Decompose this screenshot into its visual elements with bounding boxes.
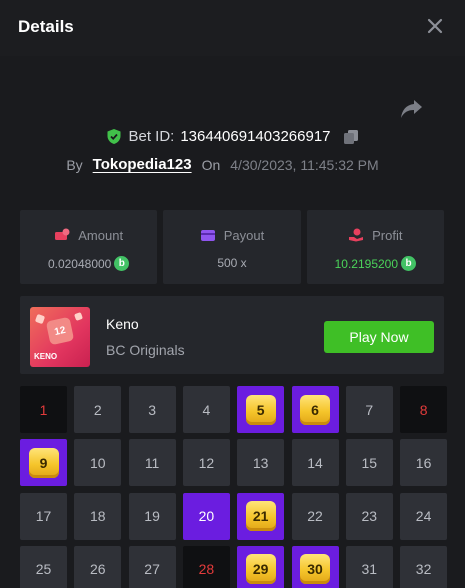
keno-cell-26[interactable]: 26: [74, 545, 122, 588]
bet-by-row: By Tokopedia123 On 4/30/2023, 11:45:32 P…: [0, 156, 465, 176]
keno-cell-9[interactable]: 9: [20, 439, 67, 487]
keno-cell-21[interactable]: 21: [237, 492, 285, 540]
keno-cell-10[interactable]: 10: [74, 439, 122, 487]
keno-cell-4[interactable]: 4: [182, 386, 230, 433]
on-label: On: [201, 156, 221, 173]
game-card: 12 KENO Keno BC Originals Play Now: [20, 296, 444, 374]
amount-label: Amount: [78, 227, 124, 243]
keno-cell-17[interactable]: 17: [20, 492, 67, 540]
bc-coin-icon: b: [114, 256, 130, 271]
keno-cell-14[interactable]: 14: [291, 439, 339, 487]
gem-icon: 21: [245, 501, 276, 532]
share-icon[interactable]: [400, 98, 424, 120]
bet-date: 4/30/2023, 11:45:32 PM: [230, 156, 379, 173]
username-link[interactable]: Tokopedia123: [93, 156, 192, 173]
keno-cell-22[interactable]: 22: [291, 492, 339, 540]
bc-coin-icon: b: [401, 256, 417, 271]
keno-cell-32[interactable]: 32: [400, 545, 448, 588]
dice-decoration: [74, 312, 83, 321]
profit-label: Profit: [372, 227, 403, 243]
game-name: Keno: [106, 316, 139, 332]
hand-coin-icon: [349, 228, 364, 242]
keno-cell-31[interactable]: 31: [345, 545, 393, 588]
amount-value: 0.02048000: [47, 256, 112, 271]
modal-title: Details: [18, 17, 74, 36]
keno-ball-icon: 12: [45, 316, 75, 346]
keno-cell-19[interactable]: 19: [128, 492, 176, 540]
keno-cell-12[interactable]: 12: [182, 439, 230, 487]
keno-cell-27[interactable]: 27: [128, 545, 176, 588]
gem-icon: 5: [245, 394, 276, 425]
shield-check-icon: [107, 129, 121, 144]
keno-cell-29[interactable]: 29: [237, 545, 285, 588]
stat-payout: Payout 500 x: [163, 210, 301, 284]
gem-icon: 30: [300, 554, 330, 585]
keno-cell-20[interactable]: 20: [182, 492, 230, 540]
profit-value: 10.2195200: [334, 256, 399, 271]
keno-cell-13[interactable]: 13: [237, 439, 285, 487]
dice-decoration: [34, 313, 46, 325]
stat-profit: Profit 10.2195200 b: [306, 210, 444, 284]
wallet-icon: [200, 229, 215, 241]
keno-cell-24[interactable]: 24: [400, 492, 448, 540]
stat-amount: Amount 0.02048000 b: [20, 210, 158, 284]
keno-cell-16[interactable]: 16: [400, 439, 448, 487]
keno-cell-3[interactable]: 3: [128, 386, 176, 433]
modal-header: Details: [0, 0, 465, 56]
keno-cell-7[interactable]: 7: [345, 386, 393, 433]
bet-id-label: Bet ID:: [128, 128, 175, 145]
keno-cell-25[interactable]: 25: [20, 545, 67, 588]
keno-cell-5[interactable]: 5: [237, 386, 285, 433]
keno-cell-1[interactable]: 1: [20, 386, 67, 433]
close-icon[interactable]: [427, 18, 443, 34]
keno-cell-6[interactable]: 6: [291, 386, 339, 433]
bet-id-row: Bet ID: 136440691403266917: [0, 128, 465, 150]
keno-cell-23[interactable]: 23: [345, 492, 393, 540]
keno-cell-15[interactable]: 15: [345, 439, 393, 487]
payout-label: Payout: [223, 227, 265, 243]
keno-thumbnail[interactable]: 12 KENO: [30, 307, 90, 367]
keno-logo-text: KENO: [34, 352, 58, 361]
keno-cell-30[interactable]: 30: [291, 545, 339, 588]
money-icon: [55, 228, 70, 240]
bet-stats: Amount 0.02048000 b Payout 500 x Profit …: [20, 210, 444, 284]
keno-cell-11[interactable]: 11: [128, 439, 176, 487]
copy-icon[interactable]: [343, 129, 359, 145]
keno-cell-28[interactable]: 28: [182, 545, 230, 588]
keno-cell-18[interactable]: 18: [74, 492, 122, 540]
game-provider: BC Originals: [106, 342, 185, 358]
by-label: By: [66, 156, 83, 173]
bet-id-value: 136440691403266917: [180, 128, 331, 145]
gem-icon: 6: [300, 394, 330, 425]
play-now-button[interactable]: Play Now: [324, 321, 434, 353]
gem-icon: 29: [245, 554, 276, 585]
keno-cell-8[interactable]: 8: [400, 386, 448, 433]
payout-value: 500 x: [217, 256, 247, 270]
keno-cell-2[interactable]: 2: [74, 386, 122, 433]
gem-icon: 9: [28, 447, 59, 478]
